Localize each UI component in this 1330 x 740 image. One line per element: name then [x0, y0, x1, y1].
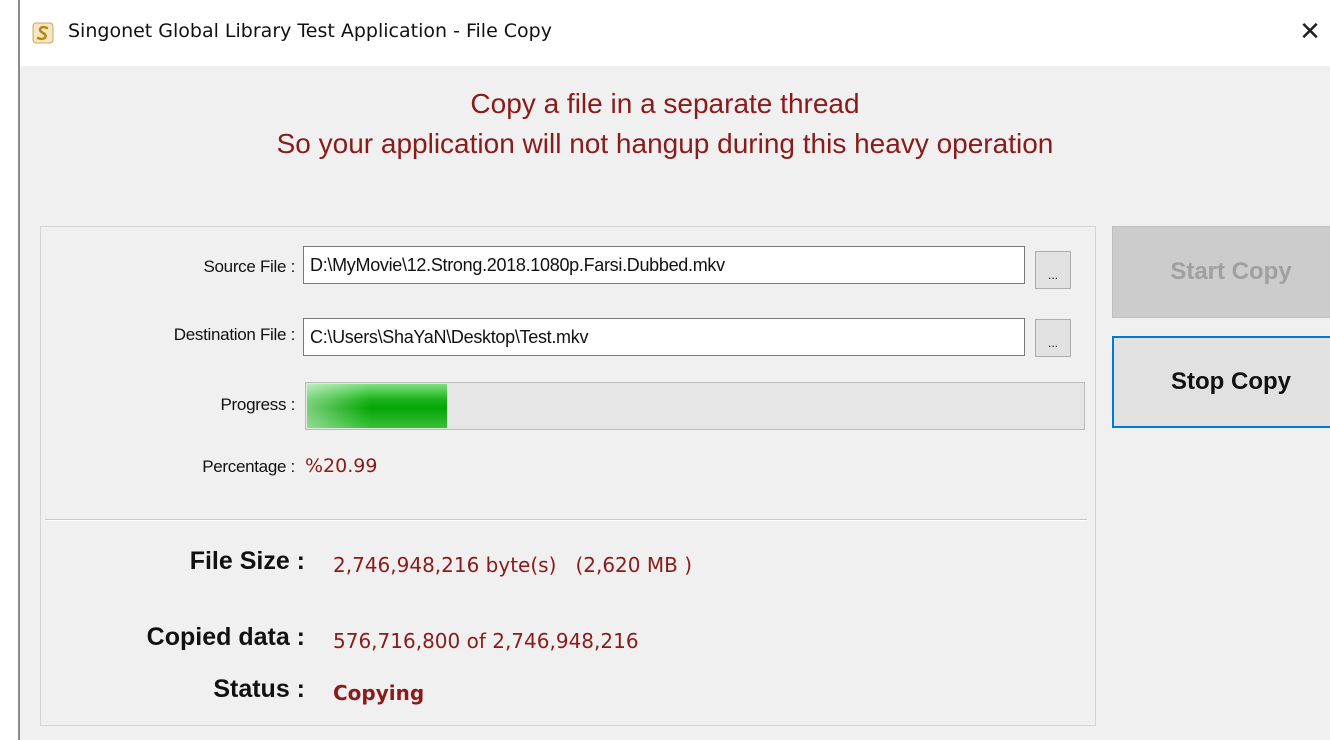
copied-data-value: 576,716,800 of 2,746,948,216 — [333, 629, 639, 653]
close-button[interactable]: ✕ — [1290, 10, 1330, 54]
file-size-label: File Size : — [189, 547, 305, 575]
percentage-label: Percentage : — [202, 457, 295, 476]
title-bar[interactable]: Singonet Global Library Test Application… — [20, 0, 1330, 66]
stop-copy-button[interactable]: Stop Copy — [1112, 336, 1330, 428]
close-icon: ✕ — [1299, 17, 1321, 47]
app-logo-icon — [32, 22, 54, 44]
window-title: Singonet Global Library Test Application… — [68, 20, 552, 42]
percentage-value: %20.99 — [305, 455, 378, 477]
section-divider — [45, 519, 1087, 521]
copy-progress-bar — [305, 382, 1085, 430]
source-file-label: Source File : — [203, 257, 295, 276]
source-file-input[interactable]: D:\MyMovie\12.Strong.2018.1080p.Farsi.Du… — [303, 246, 1025, 284]
destination-file-input[interactable]: C:\Users\ShaYaN\Desktop\Test.mkv — [303, 318, 1025, 356]
headline-line-2: So your application will not hangup duri… — [276, 128, 1054, 159]
source-browse-button[interactable]: ... — [1035, 251, 1071, 289]
destination-file-label: Destination File : — [173, 325, 296, 344]
copy-panel: Source File : D:\MyMovie\12.Strong.2018.… — [40, 226, 1096, 726]
progress-bar-fill — [307, 384, 447, 428]
status-value: Copying — [333, 681, 425, 705]
destination-browse-button[interactable]: ... — [1035, 319, 1071, 357]
file-size-value: 2,746,948,216 byte(s) (2,620 MB ) — [333, 553, 693, 577]
status-label: Status : — [213, 675, 305, 703]
headline-line-1: Copy a file in a separate thread — [470, 88, 860, 119]
start-copy-button[interactable]: Start Copy — [1112, 226, 1330, 318]
file-copy-window: Singonet Global Library Test Application… — [18, 0, 1330, 740]
copied-data-label: Copied data : — [146, 623, 305, 651]
progress-label: Progress : — [220, 395, 296, 414]
